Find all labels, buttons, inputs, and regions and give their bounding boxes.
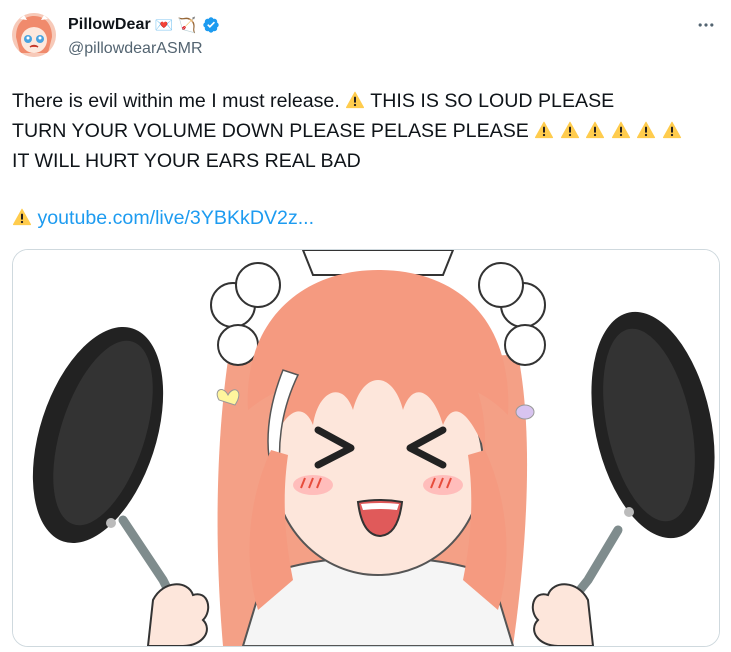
warning-sign-icon: [662, 120, 682, 140]
anime-girl-with-frying-pans-image: [13, 250, 719, 646]
bow-and-arrow-emoji: 🏹: [177, 15, 197, 34]
warning-sign-icon: [560, 120, 580, 140]
warning-sign-icon: [636, 120, 656, 140]
post-link-line: youtube.com/live/3YBKkDV2z...: [12, 203, 314, 233]
youtube-link[interactable]: youtube.com/live/3YBKkDV2z...: [37, 207, 314, 229]
author-handle[interactable]: @pillowdearASMR: [68, 40, 203, 58]
post-text-line3: IT WILL HURT YOUR EARS REAL BAD: [12, 150, 361, 172]
warning-sign-icon: [534, 120, 554, 140]
warning-sign-icon: [585, 120, 605, 140]
author-display-name[interactable]: PillowDear: [68, 16, 151, 34]
post-media-image[interactable]: [12, 249, 720, 647]
post-text: There is evil within me I must release. …: [12, 86, 720, 176]
warning-sign-icon: [12, 207, 32, 227]
post-text-line2: TURN YOUR VOLUME DOWN PLEASE PELASE PLEA…: [12, 120, 535, 142]
author-name-row: PillowDear 💌 🏹: [68, 14, 220, 36]
warning-sign-icon: [611, 120, 631, 140]
more-dots-icon: [698, 23, 714, 27]
post-text-line1: There is evil within me I must release.: [12, 90, 346, 112]
love-letter-emoji: 💌: [154, 15, 174, 34]
more-options-button[interactable]: [695, 14, 717, 36]
warning-sign-icon: [345, 90, 365, 110]
verified-badge-icon[interactable]: [202, 16, 220, 34]
post-text-line1-end: THIS IS SO LOUD PLEASE: [365, 90, 615, 112]
anime-girl-avatar-icon: [12, 13, 56, 57]
post-avatar[interactable]: [12, 13, 56, 57]
